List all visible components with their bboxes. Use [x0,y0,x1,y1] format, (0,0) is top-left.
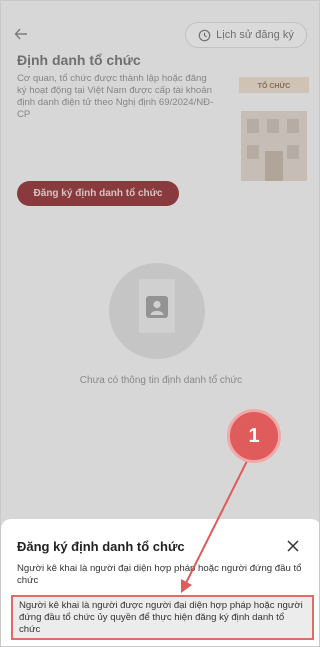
phone-screen: Lịch sử đăng ký Định danh tổ chức Cơ qua… [0,0,320,647]
sheet-title: Đăng ký định danh tổ chức [17,539,185,554]
close-icon[interactable] [283,536,303,556]
option-authorized-person[interactable]: Người kê khai là người được người đại di… [11,595,314,640]
option-legal-representative[interactable]: Người kê khai là người đại diện hợp pháp… [17,563,307,587]
bottom-sheet: Đăng ký định danh tổ chức Người kê khai … [1,519,319,646]
annotation-badge: 1 [227,409,281,463]
